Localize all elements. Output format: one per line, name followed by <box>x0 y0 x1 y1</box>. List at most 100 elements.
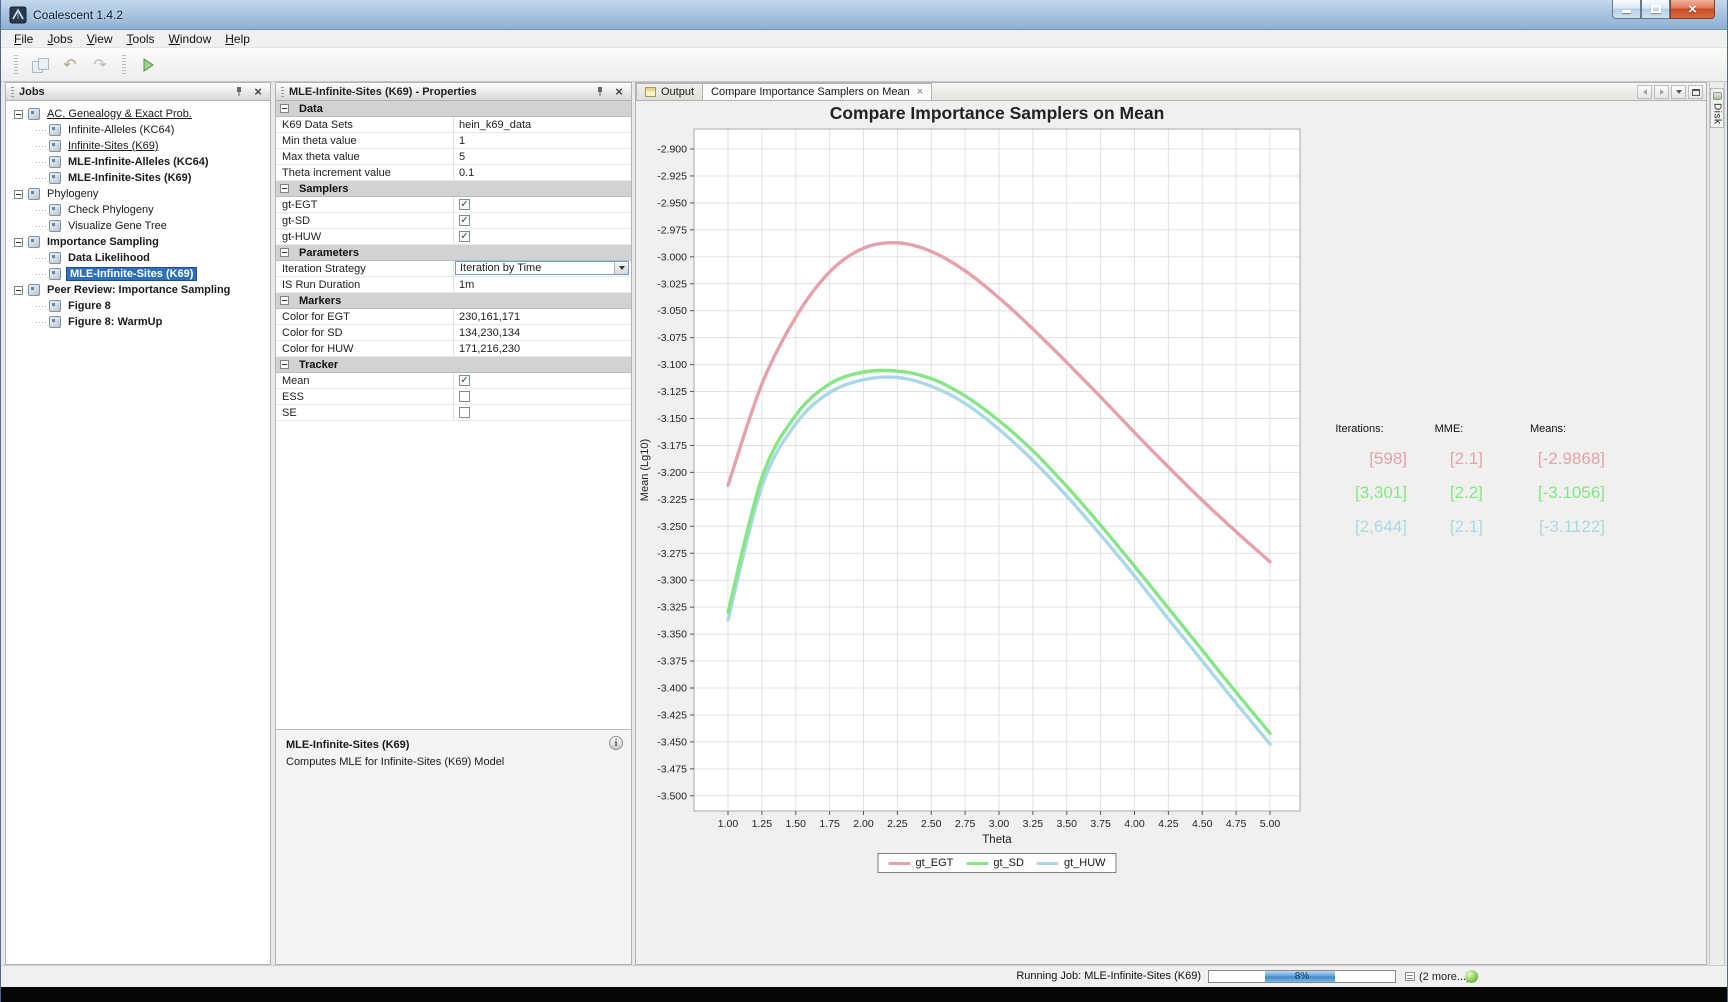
tree-node[interactable]: Peer Review: Importance Sampling <box>6 282 270 298</box>
chart-area: 1.001.251.501.752.002.252.502.753.003.25… <box>636 101 1706 964</box>
svg-text:-3.400: -3.400 <box>657 683 687 695</box>
property-value[interactable]: ✓ <box>454 229 631 244</box>
dropdown-arrow-button[interactable] <box>614 262 628 274</box>
close-button[interactable] <box>1670 0 1715 19</box>
checkbox[interactable] <box>459 391 470 402</box>
tree-node[interactable]: MLE-Infinite-Alleles (KC64) <box>6 154 270 170</box>
processes-icon <box>1405 972 1415 981</box>
tree-node[interactable]: Data Likelihood <box>6 250 270 266</box>
tree-connector <box>36 226 46 227</box>
property-value[interactable]: 0.1 <box>454 165 631 180</box>
svg-text:-3.075: -3.075 <box>657 332 687 344</box>
tab-label: Compare Importance Samplers on Mean <box>711 86 910 98</box>
stats-value: [-2.9868] <box>1491 449 1605 469</box>
property-description: MLE-Infinite-Sites (K69) Computes MLE fo… <box>276 729 631 964</box>
property-value[interactable]: 230,161,171 <box>454 309 631 324</box>
pin-panel-button[interactable] <box>232 85 246 99</box>
tree-node[interactable]: Figure 8: WarmUp <box>6 314 270 330</box>
dock-tab-disk[interactable]: Disk <box>1710 88 1724 128</box>
mean-vs-theta-chart: 1.001.251.501.752.002.252.502.753.003.25… <box>636 101 1312 853</box>
more-processes-button[interactable]: (2 more...) <box>1401 968 1474 985</box>
tab-list-button[interactable] <box>1671 85 1686 99</box>
property-value[interactable]: 1 <box>454 133 631 148</box>
tree-node[interactable]: Importance Sampling <box>6 234 270 250</box>
copy-jobs-button[interactable] <box>27 52 53 78</box>
collapse-toggle-icon[interactable] <box>14 286 23 295</box>
property-value[interactable]: 171,216,230 <box>454 341 631 356</box>
property-value[interactable]: ✓ <box>454 197 631 212</box>
panel-grip[interactable] <box>11 87 14 97</box>
property-value[interactable]: ✓ <box>454 373 631 388</box>
close-panel-button[interactable] <box>612 85 626 99</box>
maximize-panel-button[interactable] <box>1688 85 1703 99</box>
main-area: Jobs AC, Genealogy & Exact Prob.Infinite… <box>1 82 1727 965</box>
tree-node[interactable]: Infinite-Sites (K69) <box>6 138 270 154</box>
menu-item-tools[interactable]: Tools <box>120 31 162 47</box>
property-value[interactable]: hein_k69_data <box>454 117 631 132</box>
close-tab-icon[interactable]: × <box>915 87 923 98</box>
maximize-button[interactable] <box>1641 0 1670 19</box>
collapse-toggle-icon[interactable] <box>14 110 23 119</box>
svg-text:3.50: 3.50 <box>1057 818 1078 830</box>
info-icon[interactable] <box>609 736 623 750</box>
checkbox[interactable] <box>459 407 470 418</box>
minimize-icon <box>1622 10 1631 13</box>
tree-node[interactable]: Infinite-Alleles (KC64) <box>6 122 270 138</box>
undo-button[interactable]: ↶ <box>57 52 83 78</box>
collapse-toggle-icon[interactable] <box>280 104 289 113</box>
property-value[interactable]: 1m <box>454 277 631 292</box>
stats-header: MME: <box>1415 423 1483 435</box>
menu-item-file[interactable]: File <box>7 31 40 47</box>
pin-panel-button[interactable] <box>593 85 607 99</box>
property-value[interactable]: ✓ <box>454 213 631 228</box>
tree-node[interactable]: Check Phylogeny <box>6 202 270 218</box>
status-bar: Running Job: MLE-Infinite-Sites (K69) 8%… <box>1 965 1727 987</box>
panel-grip[interactable] <box>281 87 284 97</box>
menu-item-window[interactable]: Window <box>162 31 219 47</box>
connection-status-icon[interactable] <box>1465 970 1478 983</box>
collapse-toggle-icon[interactable] <box>280 360 289 369</box>
svg-text:-2.900: -2.900 <box>657 144 687 156</box>
tree-node[interactable]: Figure 8 <box>6 298 270 314</box>
tree-node[interactable]: Phylogeny <box>6 186 270 202</box>
checkbox[interactable]: ✓ <box>459 375 470 386</box>
svg-text:-3.425: -3.425 <box>657 709 687 721</box>
checkbox[interactable]: ✓ <box>459 199 470 210</box>
scroll-tabs-left-button[interactable] <box>1637 85 1652 99</box>
section-label: Tracker <box>299 359 338 371</box>
tree-node[interactable]: AC, Genealogy & Exact Prob. <box>6 106 270 122</box>
svg-text:-3.200: -3.200 <box>657 467 687 479</box>
checkbox[interactable]: ✓ <box>459 231 470 242</box>
tree-node[interactable]: MLE-Infinite-Sites (K69) <box>6 266 270 282</box>
collapse-toggle-icon[interactable] <box>280 184 289 193</box>
checkbox[interactable]: ✓ <box>459 215 470 226</box>
collapse-toggle-icon[interactable] <box>14 190 23 199</box>
svg-text:4.50: 4.50 <box>1192 818 1213 830</box>
menu-item-help[interactable]: Help <box>218 31 257 47</box>
tree-connector <box>36 306 46 307</box>
collapse-toggle-icon[interactable] <box>14 238 23 247</box>
property-value[interactable]: Iteration by Time <box>454 261 631 276</box>
close-panel-button[interactable] <box>251 85 265 99</box>
svg-text:4.00: 4.00 <box>1124 818 1145 830</box>
collapse-toggle-icon[interactable] <box>280 296 289 305</box>
collapse-toggle-icon[interactable] <box>280 248 289 257</box>
minimize-button[interactable] <box>1612 0 1641 19</box>
property-row: gt-SD✓ <box>276 213 631 229</box>
tab-output[interactable]: Output <box>636 83 703 100</box>
redo-button[interactable]: ↷ <box>87 52 113 78</box>
svg-text:-2.925: -2.925 <box>657 170 687 182</box>
tree-node[interactable]: Visualize Gene Tree <box>6 218 270 234</box>
tab-compare-importance-samplers-on-mean[interactable]: Compare Importance Samplers on Mean × <box>703 83 932 100</box>
property-value[interactable]: 5 <box>454 149 631 164</box>
menu-item-view[interactable]: View <box>80 31 120 47</box>
run-job-button[interactable] <box>135 52 161 78</box>
tree-node[interactable]: MLE-Infinite-Sites (K69) <box>6 170 270 186</box>
property-value[interactable] <box>454 405 631 420</box>
menu-item-jobs[interactable]: Jobs <box>40 31 79 47</box>
scroll-tabs-right-button[interactable] <box>1654 85 1669 99</box>
property-value[interactable]: 134,230,134 <box>454 325 631 340</box>
stats-value: [2,644] <box>1312 517 1407 537</box>
property-value[interactable] <box>454 389 631 404</box>
iteration-strategy-dropdown[interactable]: Iteration by Time <box>455 261 629 275</box>
